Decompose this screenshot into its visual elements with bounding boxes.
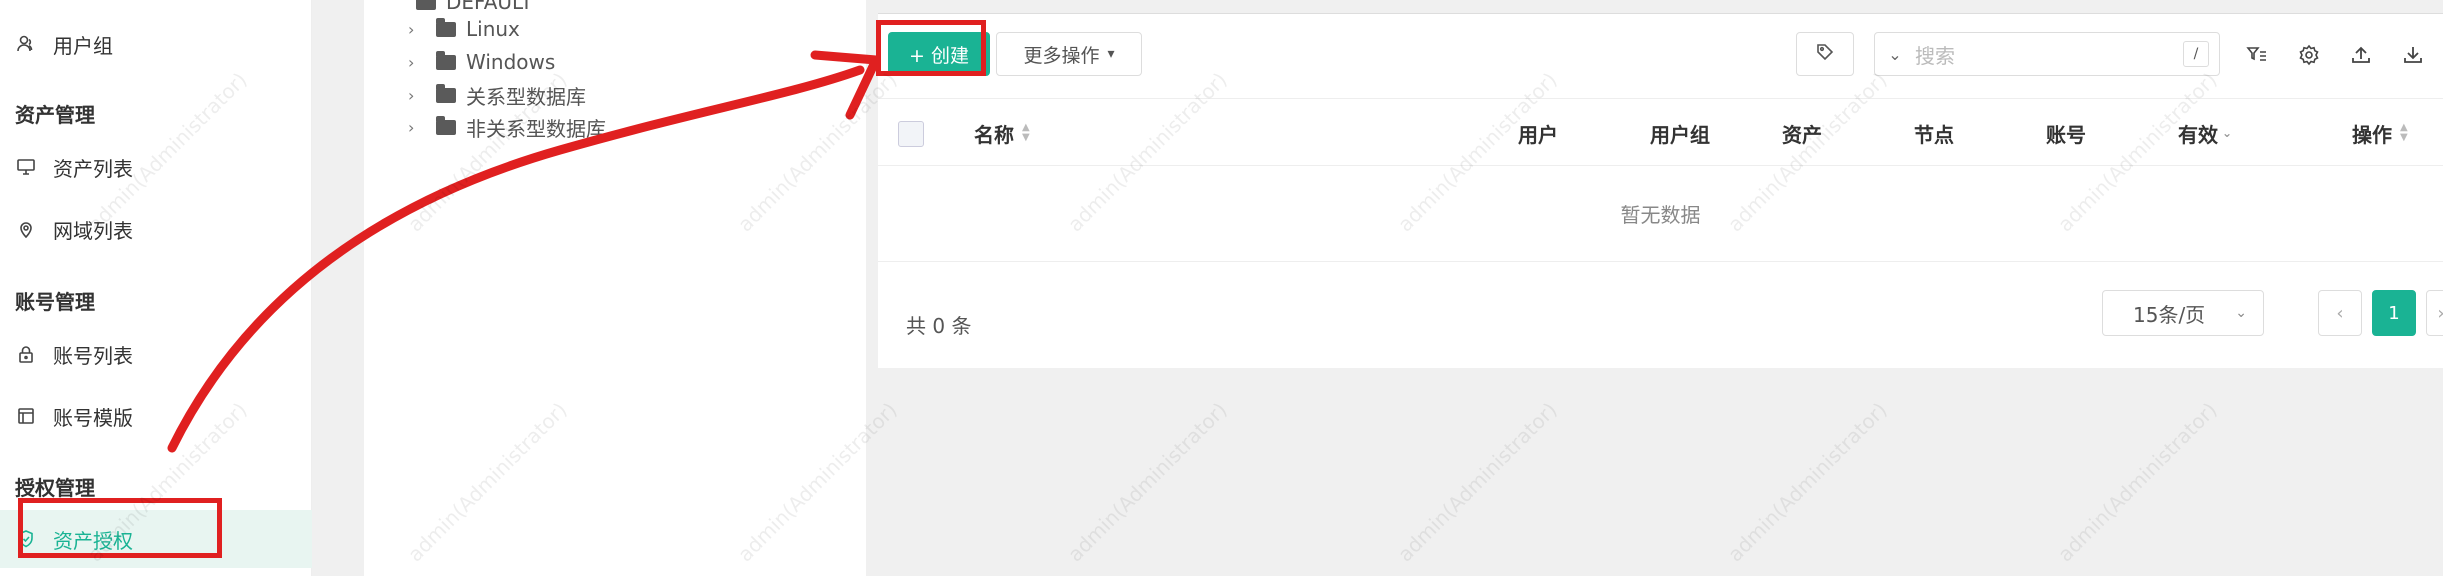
lock-icon [15, 343, 37, 365]
node-tree: DEFAULT › Linux › Windows › 关系型数据库 › 非关系… [364, 0, 866, 576]
column-label: 操作 [2352, 122, 2392, 147]
page-size-select[interactable]: 15条/页 ⌄ [2102, 290, 2264, 336]
folder-icon [436, 115, 456, 135]
chevron-down-icon: ⌄ [2235, 305, 2247, 321]
table-header: 名称 ▲ ▼ 用户 用户组 资产 节点 账号 有效 ⌄ 操作 ▲ ▼ [878, 98, 2443, 166]
monitor-icon [15, 156, 37, 178]
chevron-right-icon[interactable]: › [364, 118, 414, 137]
column-header-node: 节点 [1914, 122, 1954, 147]
sidebar-item-domain-list[interactable]: 网域列表 [0, 200, 312, 258]
prev-page-button[interactable]: ‹ [2318, 290, 2362, 336]
chevron-down-icon: ▾ [1107, 46, 1115, 62]
search-shortcut-key: / [2183, 41, 2209, 67]
nav-group-asset-mgmt: 资产管理 [15, 103, 95, 127]
sort-icon[interactable]: ▲ ▼ [2400, 123, 2408, 143]
column-header-user-group: 用户组 [1650, 122, 1710, 147]
tree-node[interactable]: › 非关系型数据库 [364, 111, 606, 143]
page-size-label: 15条/页 [2133, 302, 2206, 327]
sidebar-item-label: 账号模版 [53, 405, 133, 430]
top-divider [878, 0, 2443, 14]
select-all-checkbox[interactable] [898, 121, 924, 147]
sidebar-nav: 用户组 资产管理 资产列表 网域列表 账号管理 账号列表 账号模版 授权管理 资… [0, 0, 312, 576]
folder-icon [436, 50, 456, 70]
filter-chevron-icon[interactable]: ⌄ [2222, 126, 2232, 140]
sidebar-item-account-list[interactable]: 账号列表 [0, 325, 312, 383]
folder-icon [436, 17, 456, 37]
sidebar-item-account-template[interactable]: 账号模版 [0, 387, 312, 445]
empty-state: 暂无数据 [878, 166, 2443, 262]
column-header-actions[interactable]: 操作 ▲ ▼ [2352, 99, 2408, 167]
column-filter-icon[interactable] [2244, 42, 2270, 68]
sidebar-item-label: 用户组 [53, 33, 113, 58]
sidebar-item-asset-list[interactable]: 资产列表 [0, 138, 312, 196]
tree-node[interactable]: › Windows [364, 46, 555, 78]
column-header-user: 用户 [1518, 122, 1558, 147]
tag-filter-button[interactable] [1796, 32, 1854, 76]
settings-gear-icon[interactable] [2296, 42, 2322, 68]
user-group-icon [15, 33, 37, 55]
chevron-right-icon[interactable]: › [364, 53, 414, 72]
app-root: 用户组 资产管理 资产列表 网域列表 账号管理 账号列表 账号模版 授权管理 资… [0, 0, 2443, 576]
more-actions-button[interactable]: 更多操作 ▾ [996, 32, 1142, 76]
column-header-asset: 资产 [1782, 122, 1822, 147]
total-count: 共 0 条 [906, 314, 972, 338]
column-header-valid[interactable]: 有效 ⌄ [2178, 99, 2232, 167]
tree-node-label: Windows [466, 50, 556, 74]
chevron-right-icon[interactable]: › [364, 86, 414, 105]
table-card: + 创建 更多操作 ▾ ⌄ 搜索 / 名称 ▲ ▼ 用户 用户组 资产 节点 账… [878, 14, 2443, 368]
tree-node[interactable]: › Linux [364, 13, 520, 45]
chevron-right-icon[interactable]: › [364, 20, 414, 39]
annotation-box-asset-permission [18, 498, 222, 558]
tree-node-label: Linux [466, 17, 520, 41]
page-button-current[interactable]: 1 [2372, 290, 2416, 336]
search-input[interactable]: 搜索 [1915, 40, 2183, 69]
tree-node-label: 非关系型数据库 [466, 116, 606, 141]
panel-gap [312, 0, 364, 576]
nav-group-account-mgmt: 账号管理 [15, 290, 95, 314]
column-label: 有效 [2178, 122, 2218, 147]
folder-icon [436, 83, 456, 103]
column-label: 名称 [974, 122, 1014, 147]
upload-icon[interactable] [2348, 42, 2374, 68]
main-content: + 创建 更多操作 ▾ ⌄ 搜索 / 名称 ▲ ▼ 用户 用户组 资产 节点 账… [878, 0, 2443, 576]
sidebar-item-label: 资产列表 [53, 156, 133, 181]
chevron-down-icon[interactable]: ⌄ [1875, 45, 1915, 64]
nav-group-perm-mgmt: 授权管理 [15, 476, 95, 500]
column-header-name[interactable]: 名称 ▲ ▼ [974, 99, 1030, 167]
next-page-button[interactable]: › [2426, 290, 2443, 336]
sidebar-item-label: 网域列表 [53, 218, 133, 243]
download-icon[interactable] [2400, 42, 2426, 68]
tree-node[interactable]: › 关系型数据库 [364, 79, 586, 111]
search-box[interactable]: ⌄ 搜索 / [1874, 32, 2220, 76]
sidebar-item-label: 账号列表 [53, 343, 133, 368]
tree-node-label: DEFAULT [446, 0, 533, 14]
more-actions-label: 更多操作 [1023, 44, 1100, 67]
location-pin-icon [15, 218, 37, 240]
sort-icon[interactable]: ▲ ▼ [1022, 123, 1030, 143]
sidebar-item-user-group[interactable]: 用户组 [0, 15, 312, 73]
template-icon [15, 405, 37, 427]
annotation-box-create [876, 20, 986, 76]
tree-node-label: 关系型数据库 [466, 84, 586, 109]
folder-icon [416, 0, 436, 10]
tag-icon [1815, 42, 1835, 67]
column-header-account: 账号 [2046, 122, 2086, 147]
